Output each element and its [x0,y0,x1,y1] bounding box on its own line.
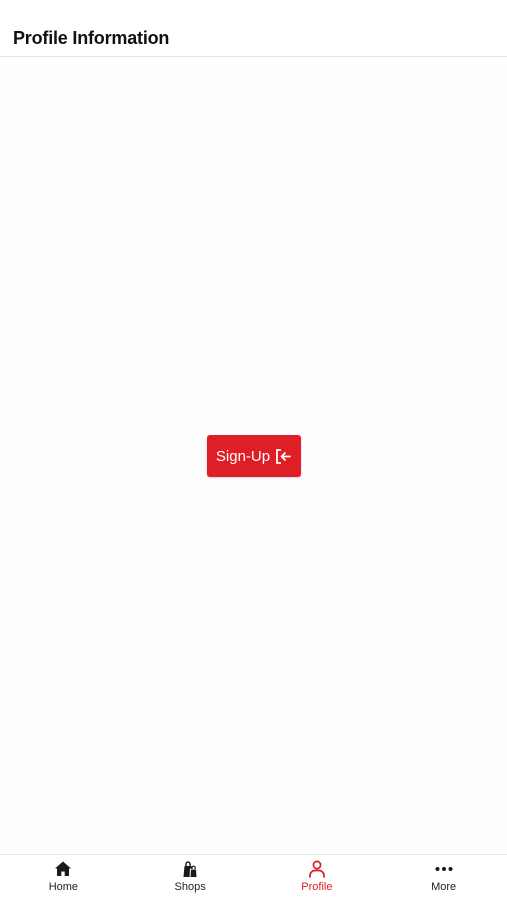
shopping-bags-icon [180,859,200,879]
bottom-navigation: Home Shops Profile More [0,854,507,900]
nav-label-home: Home [48,881,79,893]
nav-item-profile[interactable]: Profile [254,855,381,900]
nav-item-shops[interactable]: Shops [127,855,254,900]
more-dots-icon [434,859,454,879]
app-header: Profile Information [0,0,507,57]
signup-button[interactable]: Sign-Up [207,435,301,477]
login-arrow-icon [275,448,292,465]
profile-screen: Profile Information Sign-Up Home Shops P… [0,0,507,900]
nav-item-home[interactable]: Home [0,855,127,900]
home-icon [53,859,73,879]
nav-item-more[interactable]: More [380,855,507,900]
signup-label: Sign-Up [215,447,271,465]
user-icon [307,859,327,879]
nav-label-shops: Shops [174,881,206,893]
nav-label-profile: Profile [301,881,333,893]
page-title: Profile Information [13,28,170,48]
nav-label-more: More [431,881,457,893]
